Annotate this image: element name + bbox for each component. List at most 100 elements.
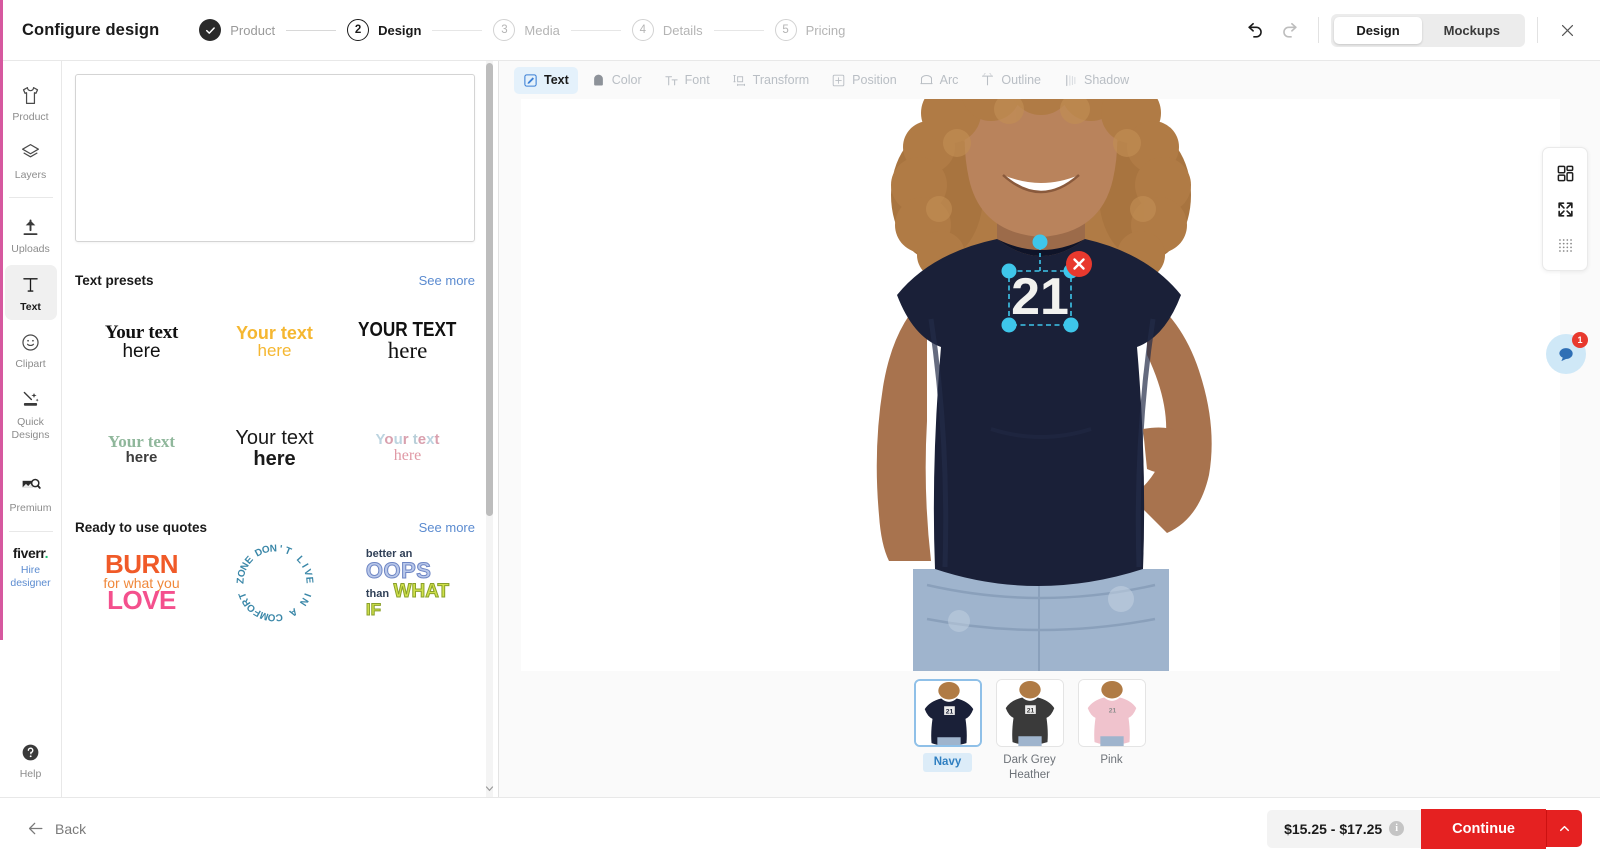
text-preset-6[interactable]: Your text here — [341, 395, 474, 502]
quote-line3-group: than WHAT — [366, 580, 450, 602]
circular-quote-char: ' — [278, 543, 283, 556]
step-design[interactable]: 2 Design — [347, 19, 421, 41]
support-chat-icon — [1559, 348, 1573, 362]
svg-text:21: 21 — [1108, 708, 1116, 715]
undo-button[interactable] — [1238, 13, 1272, 47]
quote-line1: BURN — [104, 548, 179, 579]
circular-quote-char: T — [282, 545, 293, 558]
svg-text:21: 21 — [945, 709, 953, 716]
quotes-see-more[interactable]: See more — [419, 520, 475, 535]
redo-icon — [1283, 22, 1297, 38]
quotes-title: Ready to use quotes — [75, 520, 208, 535]
quote-dont-live-in-a-comfort-zone[interactable]: D O N ' T LIVE IN A COMFORT ZONE — [208, 535, 341, 631]
close-button[interactable] — [1550, 13, 1584, 47]
support-chat-button[interactable]: 1 — [1546, 332, 1588, 374]
preset-line2: here — [393, 446, 422, 464]
text-preset-4[interactable]: Your text here — [75, 395, 208, 502]
toolbar-label-text: Text — [544, 73, 569, 87]
step-label-details: Details — [662, 22, 703, 38]
panel-scrollbar-thumb[interactable] — [486, 63, 493, 516]
step-product[interactable]: Product — [199, 19, 275, 41]
dotted-grid-button[interactable] — [1548, 227, 1582, 263]
redo-button[interactable] — [1272, 13, 1306, 47]
variant-thumbnail[interactable]: 21 — [995, 679, 1064, 747]
fiverr-hire-designer[interactable]: fiverr. Hire designer — [10, 545, 50, 590]
toolbar-outline: Outline — [971, 67, 1050, 94]
text-preset-3[interactable]: YOUR TEXT here — [341, 288, 474, 395]
text-presets-see-more[interactable]: See more — [419, 273, 475, 288]
left-tool-rail: Product Layers Uploads Text Clipart Quic… — [0, 61, 62, 797]
step-circle-4: 4 — [631, 19, 654, 41]
tshirt-icon — [20, 84, 41, 106]
preset-line1: Your text — [104, 321, 179, 343]
premium-image-icon — [20, 475, 41, 497]
fiverr-logo: fiverr. — [13, 544, 49, 561]
view-toggle: Design Mockups — [1331, 13, 1525, 47]
dotted-grid-icon — [1558, 238, 1572, 252]
tab-mockups[interactable]: Mockups — [1422, 17, 1522, 44]
tab-design[interactable]: Design — [1334, 16, 1422, 44]
text-preset-2[interactable]: Your text here — [208, 288, 341, 395]
preset-line2: here — [122, 340, 161, 362]
sidebar-item-uploads[interactable]: Uploads — [5, 207, 57, 263]
info-icon[interactable]: i — [1389, 821, 1405, 836]
continue-dropdown-button[interactable] — [1546, 810, 1582, 847]
price-display: $15.25 - $17.25 i — [1267, 809, 1422, 848]
text-presets-grid: Your text here Your text here YOUR TEXT her… — [75, 288, 475, 502]
sidebar-item-text[interactable]: Text — [4, 264, 57, 321]
header-divider-2 — [1537, 17, 1538, 43]
text-preset-5[interactable]: Your text here — [208, 395, 341, 502]
back-button[interactable]: Back — [26, 819, 86, 838]
undo-icon — [1248, 22, 1262, 38]
sidebar-item-quick-designs[interactable]: Quick Designs — [5, 380, 57, 448]
step-details[interactable]: 4 Details — [631, 19, 703, 41]
panel-scroll-down-arrow[interactable] — [483, 782, 496, 795]
variant-label: Dark Grey Heather — [1003, 754, 1056, 781]
quote-line3: LOVE — [107, 585, 176, 616]
variant-dark-grey-heather[interactable]: 21 Dark Grey Heather — [995, 679, 1065, 783]
text-input[interactable] — [75, 74, 475, 242]
variant-thumbnail[interactable]: 21 — [1077, 679, 1146, 747]
help-icon — [20, 741, 41, 763]
text-icon — [20, 274, 41, 296]
fullscreen-expand-icon — [1557, 201, 1573, 217]
variant-label: Navy — [922, 753, 973, 772]
variant-thumb-image-dark-grey: 21 — [996, 680, 1063, 746]
quote-better-an-oops-than-what-if[interactable]: better an OOPS than WHAT IF — [341, 535, 474, 631]
step-pricing[interactable]: 5 Pricing — [774, 19, 845, 41]
toolbar-arc: Arc — [910, 67, 968, 94]
rail-divider-1 — [8, 197, 53, 199]
footer-actions: $15.25 - $17.25 i Continue — [1267, 808, 1600, 849]
step-media[interactable]: 3 Media — [493, 19, 560, 41]
transform-icon — [732, 73, 747, 88]
left-accent-bar — [0, 0, 3, 640]
check-icon — [205, 26, 215, 34]
variant-pink[interactable]: 21 Pink — [1077, 679, 1147, 783]
mockup-canvas[interactable]: 21 — [521, 99, 1560, 671]
canvas-area: 21 1 21 Navy 21 Dark Grey Heather 21 Pin… — [499, 99, 1600, 797]
sidebar-item-help[interactable]: Help — [20, 741, 41, 781]
text-preset-1[interactable]: Your text here — [75, 288, 208, 395]
quote-burn-for-what-you-love[interactable]: BURN for what you LOVE — [75, 535, 208, 631]
quote-line4: WHAT — [393, 580, 450, 602]
text-edit-icon — [523, 73, 538, 88]
sidebar-item-layers[interactable]: Layers — [5, 133, 57, 189]
toolbar-label-font: Font — [684, 73, 710, 87]
continue-button[interactable]: Continue — [1421, 808, 1546, 849]
back-label: Back — [55, 820, 87, 837]
fiverr-dot: . — [44, 544, 49, 561]
app-header: Configure design Product 2 Design 3 Medi… — [0, 0, 1600, 61]
step-progress: Product 2 Design 3 Media 4 Details 5 Pri… — [199, 19, 845, 41]
arrow-left-icon — [28, 822, 43, 835]
toolbar-label-arc: Arc — [939, 73, 959, 87]
sidebar-item-product[interactable]: Product — [5, 75, 57, 131]
sidebar-item-premium[interactable]: Premium — [5, 466, 57, 522]
fullscreen-button[interactable] — [1548, 191, 1582, 227]
variant-thumbnail[interactable]: 21 — [913, 679, 982, 747]
toolbar-text[interactable]: Text — [514, 66, 578, 94]
color-swatch-icon — [591, 73, 606, 88]
layout-grid-button[interactable] — [1548, 155, 1582, 191]
variant-navy[interactable]: 21 Navy — [913, 679, 983, 783]
step-circle-2: 2 — [347, 19, 370, 41]
sidebar-item-clipart[interactable]: Clipart — [5, 322, 57, 378]
